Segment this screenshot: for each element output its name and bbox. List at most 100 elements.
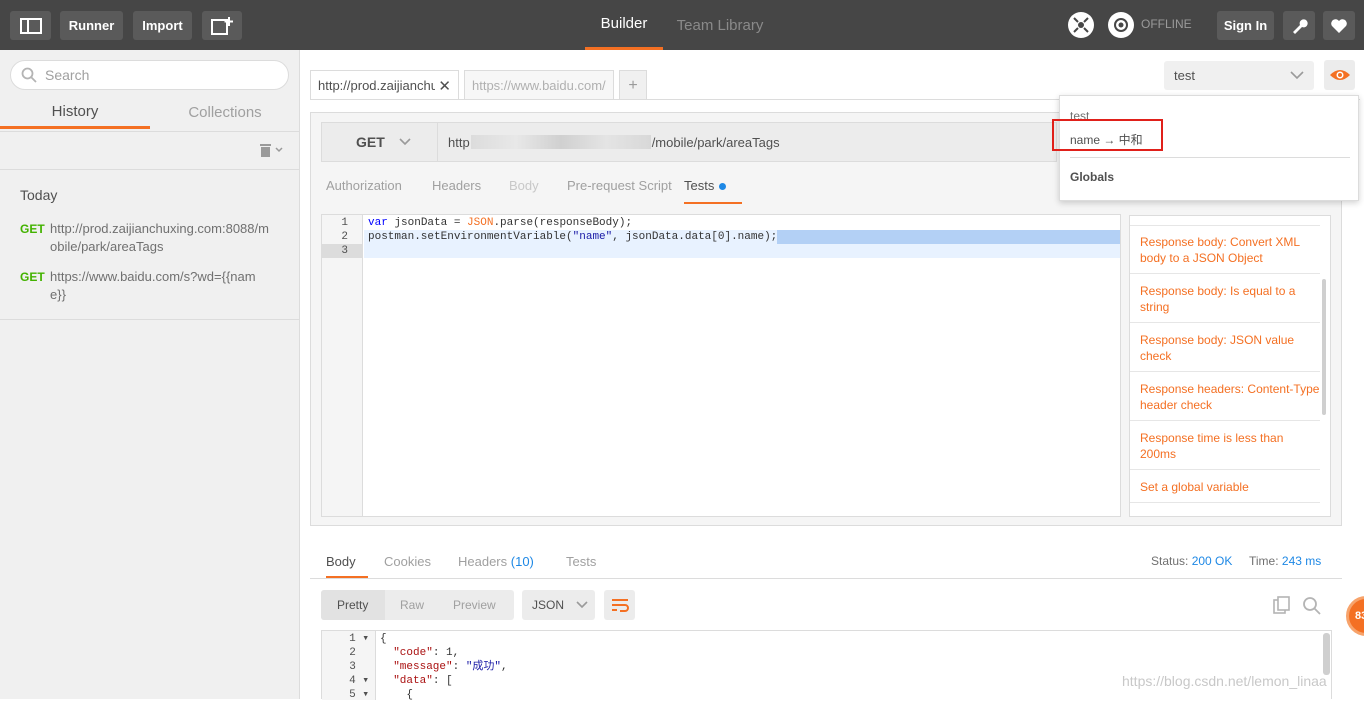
snippet-link[interactable]: Response body: Is equal to a string <box>1140 283 1320 315</box>
sidebar-toggle-button[interactable] <box>10 11 51 40</box>
code-line: "message": "成功", <box>393 661 508 673</box>
method-select[interactable]: GET <box>321 122 438 162</box>
snippets-scrollbar[interactable] <box>1322 279 1326 415</box>
view-pretty[interactable]: Pretty <box>337 598 368 612</box>
format-select[interactable]: JSON <box>522 590 595 620</box>
tab-headers[interactable]: Headers <box>432 178 481 204</box>
selection-highlight <box>777 230 1120 244</box>
search-input[interactable] <box>45 67 265 83</box>
code-line: "data": [ <box>380 674 452 688</box>
line-number: 2 <box>341 231 348 243</box>
new-tab-button[interactable] <box>202 11 242 40</box>
import-button[interactable]: Import <box>133 11 192 40</box>
search-response-button[interactable] <box>1302 596 1321 618</box>
history-method: GET <box>20 270 45 284</box>
tab-pre-request-script[interactable]: Pre-request Script <box>567 178 672 204</box>
trash-button[interactable] <box>258 141 286 160</box>
history-section-label: Today <box>20 187 58 203</box>
top-bar: Runner Import Builder Team Library OFFLI… <box>0 0 1364 50</box>
request-tab-label: https://www.baidu.com/ <box>472 78 606 93</box>
view-preview[interactable]: Preview <box>453 598 496 612</box>
chevron-down-icon <box>1290 71 1304 80</box>
favorite-button[interactable] <box>1323 11 1355 40</box>
tab-response-cookies[interactable]: Cookies <box>384 554 431 578</box>
runner-button[interactable]: Runner <box>60 11 123 40</box>
tab-tests-label: Tests <box>684 178 715 193</box>
status-value: 200 OK <box>1191 554 1233 568</box>
time-value: 243 ms <box>1281 554 1322 568</box>
tab-authorization[interactable]: Authorization <box>326 178 402 204</box>
heart-icon <box>1331 18 1347 33</box>
sync-status-icon[interactable] <box>1108 12 1134 38</box>
divider <box>1130 225 1320 226</box>
tab-body[interactable]: Body <box>509 178 539 204</box>
json-key: "code" <box>393 647 433 659</box>
eye-icon <box>1329 70 1350 80</box>
line-number: 1 ▾ <box>349 633 369 645</box>
wrap-lines-button[interactable] <box>604 590 635 620</box>
tab-response-tests[interactable]: Tests <box>566 554 596 578</box>
sidebar: History Collections Today GET http://pro… <box>0 50 300 699</box>
sign-in-button[interactable]: Sign In <box>1217 11 1274 40</box>
settings-button[interactable] <box>1283 11 1315 40</box>
interceptor-icon[interactable] <box>1068 12 1094 38</box>
tab-response-body[interactable]: Body <box>326 554 368 578</box>
close-icon[interactable]: ✕ <box>438 77 451 95</box>
tab-tests[interactable]: Tests <box>684 178 742 204</box>
snippet-link[interactable]: Response time is less than 200ms <box>1140 430 1320 462</box>
add-tab-button[interactable]: + <box>619 70 647 100</box>
chevron-down-icon <box>399 138 411 146</box>
request-tab[interactable]: https://www.baidu.com/ <box>464 70 614 100</box>
divider <box>1130 502 1320 503</box>
divider <box>1070 157 1350 158</box>
wrap-icon <box>611 599 629 612</box>
status-label: Status: <box>1151 554 1189 568</box>
view-mode-switch: Pretty Raw Preview <box>321 590 514 620</box>
copy-button[interactable] <box>1273 596 1291 617</box>
tests-editor[interactable]: 1 2 3 var jsonData = JSON.parse(response… <box>321 214 1121 517</box>
code-line: postman.setEnvironmentVariable("name", j… <box>368 230 777 244</box>
divider <box>0 169 299 170</box>
environment-quick-look-button[interactable] <box>1324 60 1355 90</box>
snippet-link[interactable]: Response body: Convert XML body to a JSO… <box>1140 234 1320 266</box>
snippet-link[interactable]: Response body: JSON value check <box>1140 332 1320 364</box>
snippet-link[interactable]: Response headers: Content-Type header ch… <box>1140 381 1320 413</box>
divider <box>0 131 299 132</box>
request-tab[interactable]: http://prod.zaijianchu ✕ <box>310 70 459 100</box>
tab-builder[interactable]: Builder <box>585 0 663 50</box>
headers-count: (10) <box>510 554 534 569</box>
annotation-highlight-box <box>1052 119 1163 151</box>
divider <box>1130 371 1320 372</box>
code-token: .parse(responseBody); <box>493 217 633 229</box>
view-raw[interactable]: Raw <box>400 598 424 612</box>
tab-history[interactable]: History <box>0 96 150 129</box>
json-key: "data" <box>393 675 433 687</box>
history-url: https://www.baidu.com/s?wd={{name}} <box>50 269 256 302</box>
divider <box>1130 322 1320 323</box>
code-line: "code": 1, <box>380 646 459 660</box>
history-item[interactable]: GET http://prod.zaijianchuxing.com:8088/… <box>20 220 280 256</box>
tab-response-headers[interactable]: Headers (10) <box>458 554 534 578</box>
history-url: http://prod.zaijianchuxing.com:8088/mobi… <box>50 221 269 254</box>
tab-team-library[interactable]: Team Library <box>672 0 768 50</box>
environment-select[interactable]: test <box>1164 61 1314 90</box>
search-icon <box>1303 597 1321 615</box>
divider <box>1130 273 1320 274</box>
response-scrollbar[interactable] <box>1323 633 1330 675</box>
tab-collections[interactable]: Collections <box>150 96 300 129</box>
divider <box>1130 469 1320 470</box>
tab-response-headers-label: Headers <box>458 554 508 569</box>
search-box[interactable] <box>10 60 289 90</box>
chevron-down-icon <box>576 601 588 609</box>
code-line: { <box>380 633 387 645</box>
plus-icon: + <box>628 76 638 94</box>
code-line: var jsonData = JSON.parse(responseBody); <box>368 216 632 230</box>
url-input[interactable]: http /mobile/park/areaTags <box>437 122 1057 162</box>
line-gutter: 1 ▾ 2 3 4 ▾ 5 ▾ <box>322 631 376 701</box>
history-item[interactable]: GET https://www.baidu.com/s?wd={{name}} <box>20 268 280 304</box>
notification-badge[interactable]: 83 <box>1346 596 1364 636</box>
globals-label: Globals <box>1070 170 1115 184</box>
copy-icon <box>1273 596 1290 614</box>
code-token: "name" <box>572 231 613 243</box>
snippet-link[interactable]: Set a global variable <box>1140 479 1320 495</box>
